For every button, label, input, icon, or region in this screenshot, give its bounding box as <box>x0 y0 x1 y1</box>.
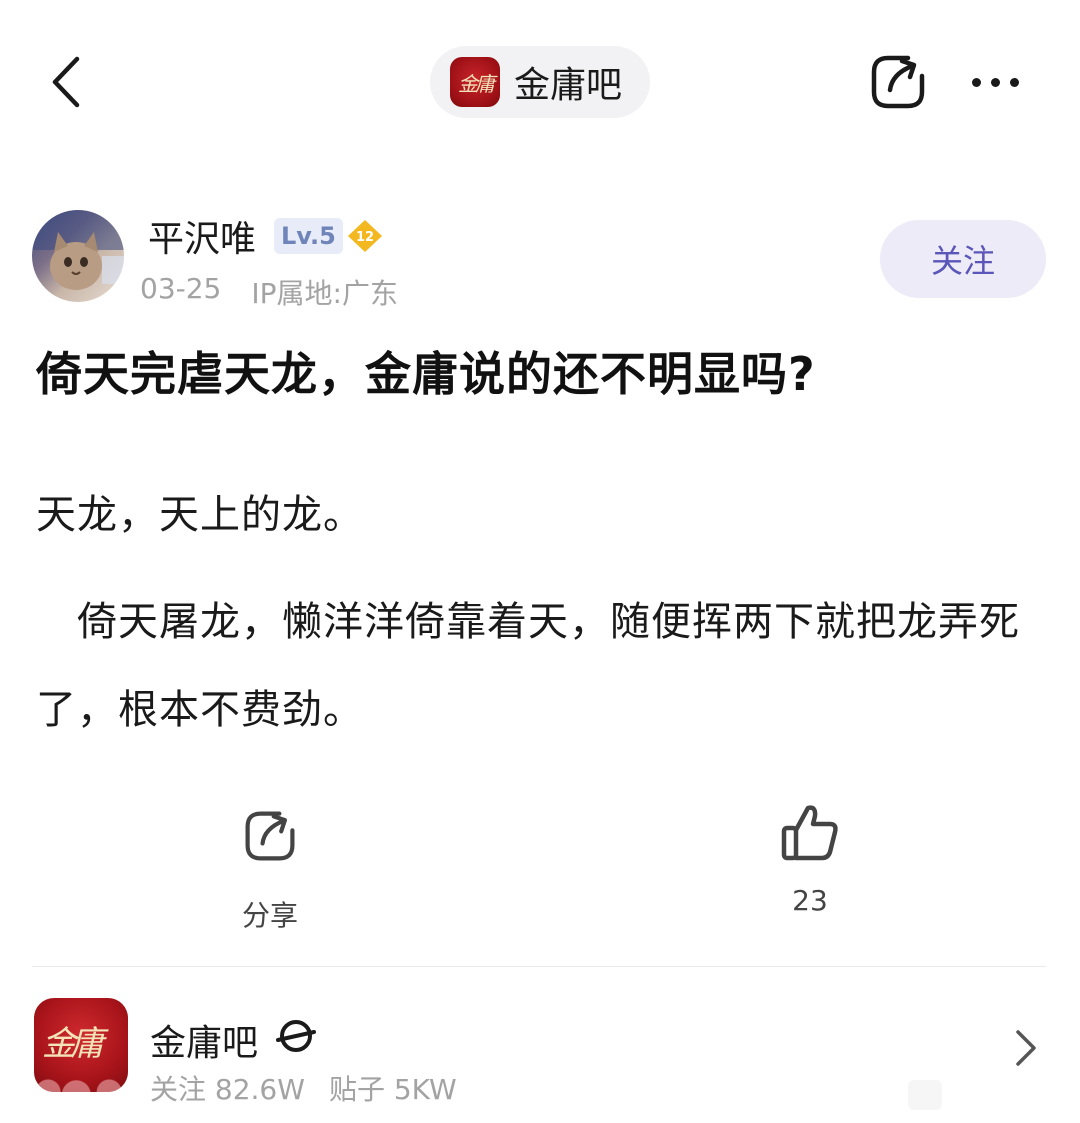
like-button[interactable]: 23 <box>750 802 870 926</box>
share-icon <box>871 55 925 109</box>
rank-number: 12 <box>356 230 374 245</box>
post-paragraph: 天龙，天上的龙。 <box>36 492 364 538</box>
post-meta: 03-25 IP属地:广东 <box>140 272 398 312</box>
more-options-button[interactable] <box>960 52 1030 112</box>
cat-avatar-image <box>32 210 124 290</box>
forum-header-pill[interactable]: 金庸 金庸吧 <box>430 46 650 118</box>
share-label: 分享 <box>241 899 298 932</box>
chevron-left-icon <box>52 56 80 108</box>
forum-logo[interactable]: 金庸 <box>34 998 128 1092</box>
chevron-right-icon <box>1016 1030 1036 1066</box>
ip-location: IP属地:广东 <box>251 277 398 310</box>
rank-badge: 12 <box>346 218 384 254</box>
planet-icon <box>276 1018 316 1054</box>
forum-header-label: 金庸吧 <box>514 65 623 106</box>
post-paragraph: 倚天屠龙，懒洋洋倚靠着天，随便挥两下就把龙弄死了，根本不费劲。 <box>36 599 1020 733</box>
divider <box>32 966 1046 967</box>
more-dot-icon <box>971 77 981 87</box>
back-button[interactable] <box>38 52 94 112</box>
forum-followers: 关注 82.6W <box>150 1073 305 1106</box>
share-button-top[interactable] <box>868 52 928 112</box>
level-badge: Lv.5 <box>274 218 343 254</box>
share-action-button[interactable]: 分享 <box>210 808 330 932</box>
post-date: 03-25 <box>140 272 222 305</box>
post-title: 倚天完虐天龙，金庸说的还不明显吗? <box>36 347 816 401</box>
forum-post-count: 贴子 5KW <box>328 1073 457 1106</box>
share-icon <box>245 811 295 861</box>
like-count: 23 <box>792 884 828 917</box>
author-avatar[interactable] <box>32 210 124 302</box>
forum-card-chevron[interactable] <box>1010 1028 1040 1068</box>
faint-overlay-icon <box>908 1080 942 1110</box>
follow-button[interactable]: 关注 <box>880 220 1046 298</box>
diamond-badge-icon: 12 <box>348 220 382 252</box>
cloud-decoration <box>34 1064 128 1092</box>
forum-stats: 关注 82.6W 贴子 5KW <box>150 1068 457 1108</box>
author-name[interactable]: 平沢唯 <box>148 210 256 262</box>
more-dot-icon <box>1009 77 1019 87</box>
forum-name[interactable]: 金庸吧 <box>150 1014 258 1066</box>
more-dot-icon <box>990 77 1000 87</box>
forum-logo-small: 金庸 <box>450 57 500 107</box>
thumbs-up-icon <box>781 805 838 861</box>
